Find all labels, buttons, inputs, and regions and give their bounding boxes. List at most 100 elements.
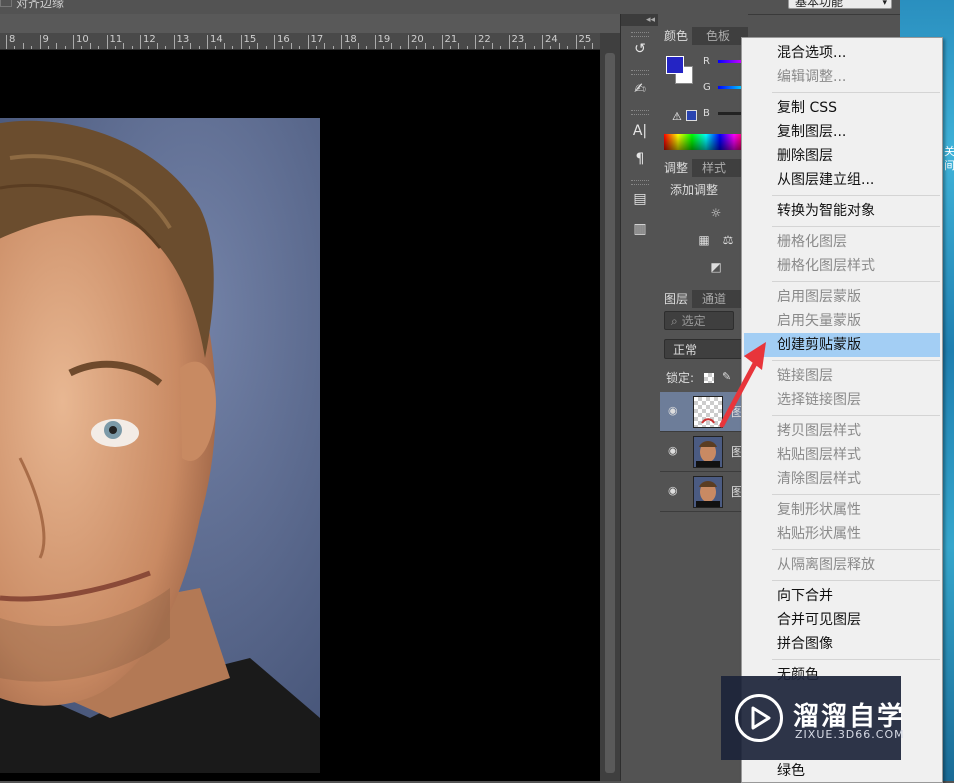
- ruler-minor-tick: [516, 46, 518, 49]
- adjust-panel-tabs: 调整 样式: [660, 159, 748, 177]
- menu-item-rasterize-layer-style[interactable]: 栅格化图层样式: [742, 254, 942, 278]
- menu-item-group-from-layers[interactable]: 从图层建立组...: [742, 168, 942, 192]
- layer-row[interactable]: ◉ 图: [660, 472, 748, 512]
- menu-item-merge-visible[interactable]: 合并可见图层: [742, 608, 942, 632]
- document-tab-strip: [0, 14, 620, 33]
- tab-layers[interactable]: 图层: [660, 290, 693, 308]
- tab-color[interactable]: 颜色: [660, 27, 693, 45]
- ruler-minor-tick: [248, 46, 250, 49]
- grip-handle[interactable]: [631, 110, 649, 115]
- options-bar: 对齐边缘 基本功能 ▾: [0, 0, 900, 15]
- ruler-minor-tick: [98, 46, 100, 49]
- search-icon: ⌕: [671, 314, 678, 328]
- ruler-major-tick: [374, 35, 376, 49]
- ruler-minor-tick: [131, 46, 133, 49]
- menu-item-blending-options[interactable]: 混合选项...: [742, 41, 942, 65]
- auto-select-label: 对齐边缘: [16, 0, 65, 10]
- ruler-minor-tick: [382, 46, 384, 49]
- vertical-scrollbar[interactable]: [600, 33, 620, 781]
- ruler-minor-tick: [114, 46, 116, 49]
- ruler-major-tick: [575, 35, 577, 49]
- menu-item-paste-shape-attributes[interactable]: 粘贴形状属性: [742, 522, 942, 546]
- menu-item-green[interactable]: 绿色: [742, 759, 942, 782]
- menu-item-duplicate-layer[interactable]: 复制图层...: [742, 120, 942, 144]
- menu-item-paste-layer-style[interactable]: 粘贴图层样式: [742, 443, 942, 467]
- menu-separator: [772, 549, 940, 550]
- ruler-minor-tick: [215, 46, 217, 49]
- ruler-major-tick: [140, 35, 141, 49]
- tool-presets-icon[interactable]: ✍: [629, 78, 651, 100]
- character-icon[interactable]: A|: [629, 120, 651, 142]
- tab-styles[interactable]: 样式: [698, 159, 730, 177]
- scrollbar-thumb[interactable]: [605, 53, 615, 773]
- ruler-major-tick: [173, 35, 175, 49]
- ruler-minor-tick: [81, 46, 83, 49]
- grip-handle[interactable]: [631, 32, 649, 37]
- gamut-warning-icon[interactable]: ⚠: [672, 110, 682, 123]
- layer-thumbnail: [693, 476, 723, 508]
- ruler-major-tick: [441, 35, 443, 49]
- grip-handle[interactable]: [631, 180, 649, 185]
- threshold-icon[interactable]: ◩: [708, 260, 724, 274]
- ruler-label: 19: [377, 34, 391, 45]
- paragraph-icon[interactable]: ¶: [629, 148, 651, 170]
- ruler-minor-tick: [366, 46, 368, 49]
- menu-item-delete-layer[interactable]: 删除图层: [742, 144, 942, 168]
- ruler-major-tick: [408, 35, 409, 49]
- menu-item-release-isolation[interactable]: 从隔离图层释放: [742, 553, 942, 577]
- notes-icon[interactable]: ▥: [629, 218, 651, 240]
- layers-panel-tabs: 图层 通道: [660, 290, 748, 308]
- eye-icon[interactable]: ◉: [668, 484, 678, 497]
- channel-r-label: R: [703, 56, 710, 67]
- menu-item-flatten-image[interactable]: 拼合图像: [742, 632, 942, 656]
- menu-item-copy-shape-attributes[interactable]: 复制形状属性: [742, 498, 942, 522]
- ruler-minor-tick: [349, 46, 351, 49]
- menu-item-rasterize-layer[interactable]: 栅格化图层: [742, 230, 942, 254]
- grip-handle[interactable]: [631, 70, 649, 75]
- tab-adjustments[interactable]: 调整: [660, 159, 693, 177]
- eye-icon[interactable]: ◉: [668, 404, 678, 417]
- workspace-select[interactable]: 基本功能 ▾: [788, 0, 892, 9]
- gamut-color-box[interactable]: [686, 110, 697, 121]
- ruler-major-tick: [207, 35, 208, 49]
- ruler-minor-tick: [315, 46, 317, 49]
- menu-item-enable-layer-mask[interactable]: 启用图层蒙版: [742, 285, 942, 309]
- ruler-major-tick: [274, 35, 275, 49]
- portrait-thumb: [696, 441, 720, 467]
- history-icon[interactable]: ↺: [629, 38, 651, 60]
- panel-tool-strip: ◂◂ ↺ ✍ A| ¶ ▤ ▥: [620, 14, 660, 781]
- ruler-label: 10: [76, 34, 89, 45]
- ruler-minor-tick: [500, 46, 502, 49]
- ruler-minor-tick: [583, 46, 585, 49]
- ruler-label: 18: [344, 34, 357, 45]
- ruler-minor-tick: [533, 46, 535, 49]
- ruler-label: 17: [310, 34, 324, 45]
- levels-icon[interactable]: ▦: [696, 233, 712, 247]
- menu-item-copy-css[interactable]: 复制 CSS: [742, 96, 942, 120]
- color-spectrum-bar[interactable]: [664, 134, 748, 150]
- properties-icon[interactable]: ▤: [629, 188, 651, 210]
- balance-icon[interactable]: ⚖: [720, 233, 736, 247]
- menu-separator: [772, 659, 940, 660]
- ruler-label: 16: [277, 34, 290, 45]
- tab-swatches[interactable]: 色板: [702, 27, 734, 45]
- layer-row[interactable]: ◉ 图: [660, 432, 748, 472]
- ruler-minor-tick: [424, 43, 426, 49]
- collapse-panels-icon[interactable]: ◂◂: [621, 14, 659, 26]
- tab-channels[interactable]: 通道: [698, 290, 730, 308]
- ruler-minor-tick: [558, 43, 560, 49]
- foreground-color-swatch[interactable]: [666, 56, 684, 74]
- ruler-minor-tick: [282, 46, 284, 49]
- menu-item-convert-smart-object[interactable]: 转换为智能对象: [742, 199, 942, 223]
- layer-filter-select[interactable]: ⌕ 选定: [664, 311, 734, 330]
- menu-item-merge-down[interactable]: 向下合并: [742, 584, 942, 608]
- auto-select-checkbox[interactable]: [0, 0, 12, 7]
- eye-icon[interactable]: ◉: [668, 444, 678, 457]
- ruler-minor-tick: [416, 46, 418, 49]
- menu-item-clear-layer-style[interactable]: 清除图层样式: [742, 467, 942, 491]
- menu-item-edit-adjustment[interactable]: 编辑调整...: [742, 65, 942, 89]
- ruler-label: 11: [109, 34, 123, 45]
- brightness-icon[interactable]: ☼: [708, 206, 724, 220]
- menu-separator: [772, 226, 940, 227]
- ruler-minor-tick: [223, 43, 225, 49]
